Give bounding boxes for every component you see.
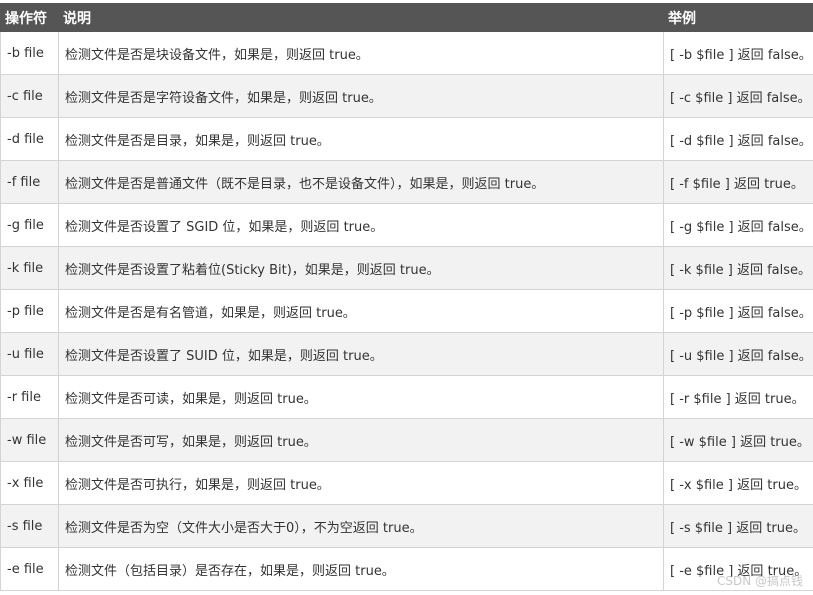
header-row: 操作符 说明 举例 — [0, 3, 813, 32]
table-row: -s file 检测文件是否为空（文件大小是否大于0），不为空返回 true。 … — [0, 504, 813, 548]
column-header-example: 举例 — [663, 3, 813, 32]
table-header: 操作符 说明 举例 — [0, 3, 813, 32]
operator-cell: -b file — [0, 31, 59, 75]
example-cell: [ -r $file ] 返回 true。 — [663, 375, 813, 419]
example-cell: [ -k $file ] 返回 false。 — [663, 246, 813, 290]
description-cell: 检测文件是否可读，如果是，则返回 true。 — [58, 375, 664, 419]
example-cell: [ -u $file ] 返回 false。 — [663, 332, 813, 376]
example-cell: [ -x $file ] 返回 true。 — [663, 461, 813, 505]
column-header-description: 说明 — [58, 3, 664, 32]
operator-cell: -g file — [0, 203, 59, 247]
description-cell: 检测文件是否是普通文件（既不是目录，也不是设备文件），如果是，则返回 true。 — [58, 160, 664, 204]
table-body: -b file 检测文件是否是块设备文件，如果是，则返回 true。 [ -b … — [0, 31, 813, 591]
table-row: -c file 检测文件是否是字符设备文件，如果是，则返回 true。 [ -c… — [0, 74, 813, 118]
table-row: -g file 检测文件是否设置了 SGID 位，如果是，则返回 true。 [… — [0, 203, 813, 247]
table-row: -u file 检测文件是否设置了 SUID 位，如果是，则返回 true。 [… — [0, 332, 813, 376]
page: 操作符 说明 举例 -b file 检测文件是否是块设备文件，如果是，则返回 t… — [0, 0, 813, 595]
table-row: -r file 检测文件是否可读，如果是，则返回 true。 [ -r $fil… — [0, 375, 813, 419]
table-row: -d file 检测文件是否是目录，如果是，则返回 true。 [ -d $fi… — [0, 117, 813, 161]
description-cell: 检测文件是否可执行，如果是，则返回 true。 — [58, 461, 664, 505]
file-test-operators-table: 操作符 说明 举例 -b file 检测文件是否是块设备文件，如果是，则返回 t… — [0, 3, 813, 591]
table-row: -f file 检测文件是否是普通文件（既不是目录，也不是设备文件），如果是，则… — [0, 160, 813, 204]
description-cell: 检测文件是否设置了 SUID 位，如果是，则返回 true。 — [58, 332, 664, 376]
example-cell: [ -e $file ] 返回 true。 — [663, 547, 813, 591]
table-row: -k file 检测文件是否设置了粘着位(Sticky Bit)，如果是，则返回… — [0, 246, 813, 290]
operator-cell: -r file — [0, 375, 59, 419]
table-row: -x file 检测文件是否可执行，如果是，则返回 true。 [ -x $fi… — [0, 461, 813, 505]
table-row: -e file 检测文件（包括目录）是否存在，如果是，则返回 true。 [ -… — [0, 547, 813, 591]
operator-cell: -d file — [0, 117, 59, 161]
example-cell: [ -w $file ] 返回 true。 — [663, 418, 813, 462]
description-cell: 检测文件（包括目录）是否存在，如果是，则返回 true。 — [58, 547, 664, 591]
example-cell: [ -g $file ] 返回 false。 — [663, 203, 813, 247]
table-row: -b file 检测文件是否是块设备文件，如果是，则返回 true。 [ -b … — [0, 31, 813, 75]
operator-cell: -f file — [0, 160, 59, 204]
operator-cell: -p file — [0, 289, 59, 333]
operator-cell: -w file — [0, 418, 59, 462]
description-cell: 检测文件是否可写，如果是，则返回 true。 — [58, 418, 664, 462]
operator-cell: -e file — [0, 547, 59, 591]
example-cell: [ -f $file ] 返回 true。 — [663, 160, 813, 204]
example-cell: [ -s $file ] 返回 true。 — [663, 504, 813, 548]
table-row: -w file 检测文件是否可写，如果是，则返回 true。 [ -w $fil… — [0, 418, 813, 462]
column-header-operator: 操作符 — [0, 3, 59, 32]
description-cell: 检测文件是否是字符设备文件，如果是，则返回 true。 — [58, 74, 664, 118]
example-cell: [ -p $file ] 返回 false。 — [663, 289, 813, 333]
operator-cell: -s file — [0, 504, 59, 548]
example-cell: [ -d $file ] 返回 false。 — [663, 117, 813, 161]
description-cell: 检测文件是否是块设备文件，如果是，则返回 true。 — [58, 31, 664, 75]
description-cell: 检测文件是否为空（文件大小是否大于0），不为空返回 true。 — [58, 504, 664, 548]
description-cell: 检测文件是否设置了 SGID 位，如果是，则返回 true。 — [58, 203, 664, 247]
operator-cell: -x file — [0, 461, 59, 505]
operator-cell: -c file — [0, 74, 59, 118]
description-cell: 检测文件是否设置了粘着位(Sticky Bit)，如果是，则返回 true。 — [58, 246, 664, 290]
description-cell: 检测文件是否是有名管道，如果是，则返回 true。 — [58, 289, 664, 333]
operator-cell: -u file — [0, 332, 59, 376]
description-cell: 检测文件是否是目录，如果是，则返回 true。 — [58, 117, 664, 161]
example-cell: [ -b $file ] 返回 false。 — [663, 31, 813, 75]
example-cell: [ -c $file ] 返回 false。 — [663, 74, 813, 118]
operator-cell: -k file — [0, 246, 59, 290]
table-row: -p file 检测文件是否是有名管道，如果是，则返回 true。 [ -p $… — [0, 289, 813, 333]
